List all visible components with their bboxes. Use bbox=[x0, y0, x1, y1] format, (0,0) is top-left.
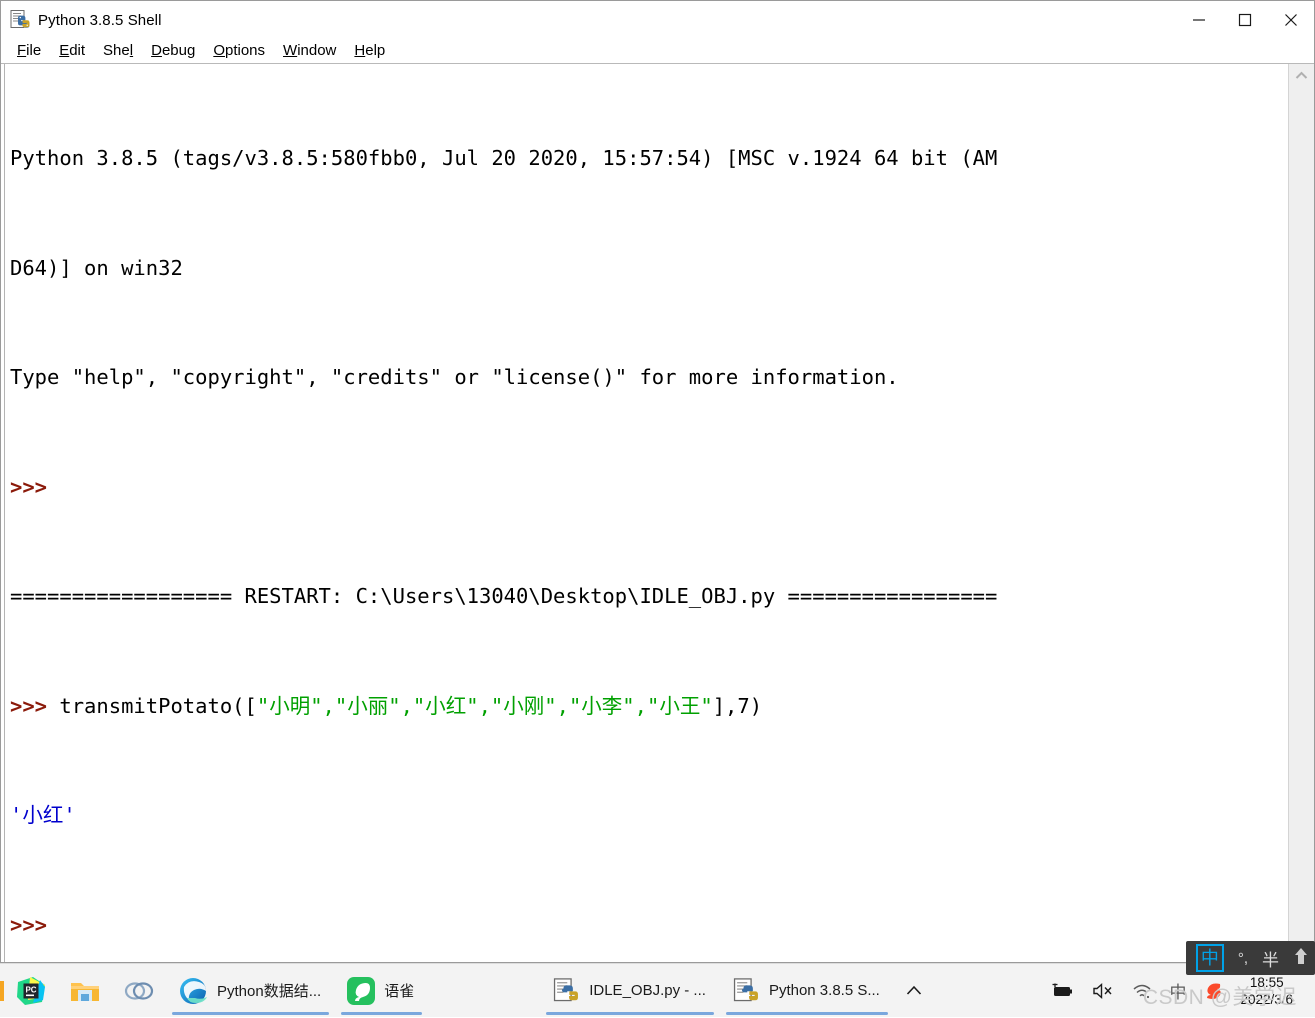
menu-item-help[interactable]: Help bbox=[345, 40, 394, 62]
menu-item-options[interactable]: Options bbox=[204, 40, 274, 62]
shell-text[interactable]: Python 3.8.5 (tags/v3.8.5:580fbb0, Jul 2… bbox=[5, 64, 1288, 962]
clock-date: 2022/3/6 bbox=[1240, 991, 1293, 1007]
yuque-icon bbox=[347, 976, 376, 1005]
ime-expand-arrow-icon[interactable] bbox=[1293, 946, 1309, 971]
menu-help-accel: H bbox=[354, 42, 366, 59]
clock-time: 18:55 bbox=[1249, 974, 1284, 990]
window-controls bbox=[1176, 1, 1314, 39]
ime-halfwidth-icon[interactable]: 半 bbox=[1262, 946, 1279, 971]
taskbar-overflow-chevron-up-icon[interactable] bbox=[894, 964, 934, 1018]
taskbar-label-idle-shell: Python 3.8.5 S... bbox=[768, 982, 880, 999]
menu-item-shell[interactable]: Shel bbox=[94, 40, 142, 62]
maximize-button[interactable] bbox=[1222, 1, 1268, 39]
pycharm-icon: PC bbox=[17, 976, 45, 1005]
prompt-marker: >>> bbox=[10, 693, 60, 718]
window-title: Python 3.8.5 Shell bbox=[38, 11, 162, 29]
menu-shell-pre: She bbox=[103, 42, 130, 59]
vertical-scrollbar[interactable] bbox=[1288, 64, 1314, 962]
command-head: transmitPotato([ bbox=[59, 693, 257, 718]
menu-help-rest: elp bbox=[365, 42, 386, 59]
prompt-marker: >>> bbox=[10, 912, 60, 937]
taskbar-active-indicator bbox=[341, 1011, 423, 1015]
menu-item-edit[interactable]: Edit bbox=[50, 40, 94, 62]
menu-options-rest: ptions bbox=[224, 42, 266, 59]
console-line-command: >>> transmitPotato(["小明","小丽","小红","小刚",… bbox=[10, 688, 1288, 725]
menu-debug-rest: ebug bbox=[161, 42, 196, 59]
ime-punctuation-icon[interactable]: °, bbox=[1238, 950, 1248, 967]
svg-text:PC: PC bbox=[25, 985, 36, 994]
chevron-up-icon[interactable] bbox=[1289, 64, 1314, 86]
python-idle-icon bbox=[9, 9, 31, 31]
command-output: '小红' bbox=[10, 803, 76, 827]
python-idle-icon bbox=[554, 977, 579, 1001]
idle-shell-window: Python 3.8.5 Shell File Edit Shel Debug … bbox=[0, 0, 1315, 963]
menu-edit-accel: E bbox=[59, 42, 70, 59]
prompt-marker: >>> bbox=[10, 474, 60, 499]
console-line-output: '小红' bbox=[10, 797, 1288, 834]
console-line-prompt3: >>> bbox=[10, 907, 1288, 944]
console-line-banner2: D64)] on win32 bbox=[10, 255, 183, 280]
menu-item-window[interactable]: Window bbox=[274, 40, 345, 62]
taskbar-item-rings[interactable] bbox=[112, 964, 166, 1018]
menu-options-accel: O bbox=[213, 42, 225, 59]
taskbar-active-indicator bbox=[172, 1011, 330, 1015]
taskbar-label-edge: Python数据结... bbox=[217, 983, 322, 1000]
menu-bar: File Edit Shel Debug Options Window Help bbox=[1, 39, 1314, 64]
taskbar-active-indicator bbox=[725, 1011, 888, 1015]
taskbar-item-pycharm[interactable]: PC bbox=[4, 964, 58, 1018]
menu-item-debug[interactable]: Debug bbox=[142, 40, 204, 62]
menu-file-rest: ile bbox=[26, 42, 42, 59]
edge-icon bbox=[180, 977, 207, 1004]
menu-file-accel: F bbox=[17, 42, 27, 59]
windows-taskbar: PC Python数据结... 语雀 IDLE_OBJ.py - ... Pyt… bbox=[0, 963, 1315, 1017]
menu-shell-accel: l bbox=[129, 42, 134, 59]
title-bar[interactable]: Python 3.8.5 Shell bbox=[1, 1, 1314, 39]
rings-icon bbox=[124, 981, 154, 1000]
restart-banner: ================== RESTART: C:\Users\130… bbox=[10, 584, 998, 608]
menu-item-file[interactable]: File bbox=[8, 40, 50, 62]
taskbar-item-yuque[interactable]: 语雀 bbox=[335, 964, 428, 1018]
battery-charging-icon[interactable] bbox=[1041, 964, 1083, 1018]
command-tail: ],7) bbox=[712, 693, 763, 718]
wifi-icon[interactable] bbox=[1123, 964, 1161, 1018]
console-line-restart: ================== RESTART: C:\Users\130… bbox=[10, 578, 1288, 615]
command-arguments: "小明","小丽","小红","小刚","小李","小王" bbox=[256, 693, 713, 718]
file-explorer-icon bbox=[71, 982, 99, 1001]
speaker-muted-icon[interactable] bbox=[1083, 964, 1123, 1018]
taskbar-item-idle-shell[interactable]: Python 3.8.5 S... bbox=[720, 964, 894, 1018]
minimize-button[interactable] bbox=[1176, 1, 1222, 39]
ime-chinese-glyph: 中 bbox=[1169, 983, 1187, 1002]
console-line-prompt1: >>> bbox=[10, 469, 1288, 506]
ime-floating-bar[interactable]: 中 °, 半 bbox=[1185, 941, 1315, 975]
python-idle-icon bbox=[733, 977, 758, 1001]
console-line-banner1: Python 3.8.5 (tags/v3.8.5:580fbb0, Jul 2… bbox=[10, 146, 998, 170]
menu-window-accel: W bbox=[283, 42, 298, 59]
console-area: Python 3.8.5 (tags/v3.8.5:580fbb0, Jul 2… bbox=[1, 64, 1314, 962]
taskbar-item-idle-editor[interactable]: IDLE_OBJ.py - ... bbox=[540, 964, 720, 1018]
taskbar-label-idle-editor: IDLE_OBJ.py - ... bbox=[589, 982, 706, 999]
taskbar-item-edge[interactable]: Python数据结... bbox=[166, 964, 335, 1018]
taskbar-active-indicator bbox=[546, 1011, 714, 1015]
taskbar-item-file-explorer[interactable] bbox=[58, 964, 112, 1018]
taskbar-gap bbox=[428, 964, 540, 1018]
menu-debug-accel: D bbox=[151, 42, 162, 59]
taskbar-label-yuque: 语雀 bbox=[384, 983, 415, 1000]
console-line-banner3: Type "help", "copyright", "credits" or "… bbox=[10, 365, 899, 389]
ime-mode-chinese-icon[interactable]: 中 bbox=[1195, 944, 1224, 972]
menu-edit-rest: dit bbox=[69, 42, 86, 59]
menu-window-rest: indow bbox=[297, 42, 337, 59]
close-button[interactable] bbox=[1268, 1, 1314, 39]
taskbar-items: PC Python数据结... 语雀 IDLE_OBJ.py - ... Pyt… bbox=[0, 964, 934, 1018]
